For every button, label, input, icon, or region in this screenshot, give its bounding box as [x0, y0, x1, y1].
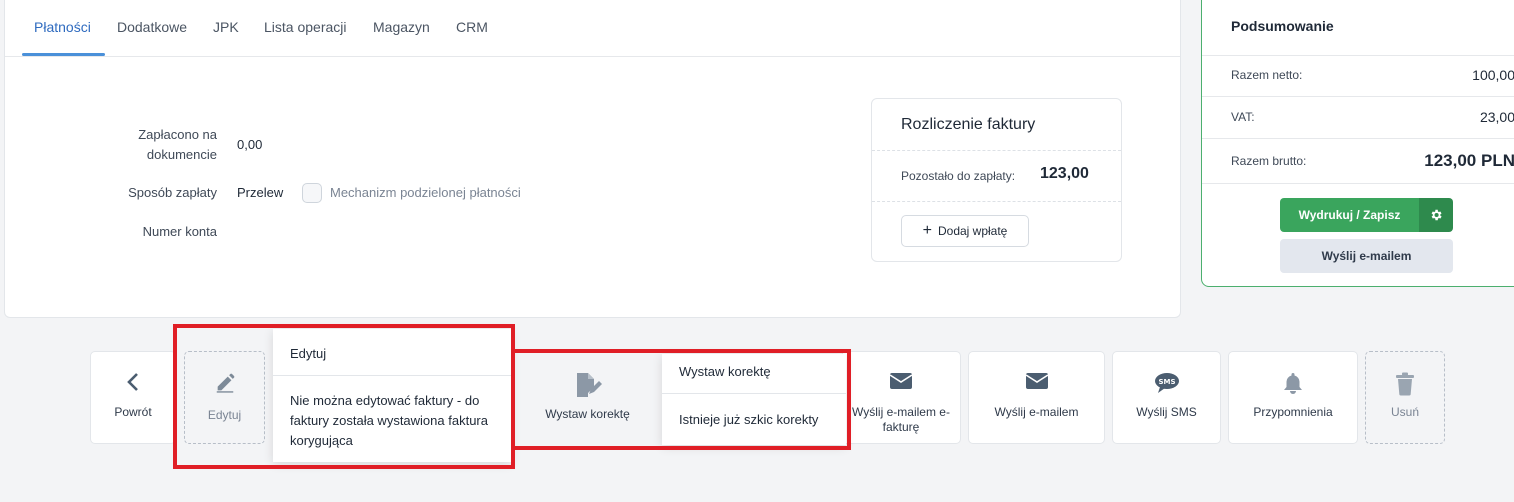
invoice-settlement-box: Rozliczenie faktury Pozostało do zapłaty… [871, 98, 1122, 262]
correction-label: Wystaw korektę [545, 407, 630, 421]
payment-method-label: Sposób zapłaty [128, 185, 217, 200]
vat-row: VAT: 23,00 [1202, 96, 1514, 138]
back-label: Powrót [114, 405, 152, 419]
vat-label: VAT: [1231, 110, 1255, 124]
plus-icon: + [922, 222, 932, 239]
summary-panel: Podsumowanie Razem netto: 100,00 VAT: 23… [1201, 0, 1514, 287]
divider [273, 375, 511, 376]
gross-label: Razem brutto: [1231, 154, 1307, 168]
active-tab-indicator [22, 53, 105, 56]
divider [662, 393, 846, 394]
bell-icon [1284, 373, 1302, 394]
edit-label: Edytuj [207, 408, 242, 422]
send-einvoice-label: Wyślij e-mailem e-fakturę [852, 405, 950, 434]
tab-warehouse[interactable]: Magazyn [373, 19, 430, 35]
split-payment-checkbox[interactable] [302, 183, 322, 203]
reminders-button[interactable]: Przypomnienia [1228, 351, 1358, 444]
add-payment-button[interactable]: + Dodaj wpłatę [901, 215, 1029, 247]
divider [872, 150, 1121, 151]
tab-additional[interactable]: Dodatkowe [117, 19, 187, 35]
invoice-details-card: Płatności Dodatkowe JPK Lista operacji M… [4, 0, 1181, 318]
account-number-label: Numer konta [142, 224, 217, 239]
correction-tooltip-body: Istnieje już szkic korekty [679, 412, 819, 427]
split-payment-label: Mechanizm podzielonej płatności [330, 185, 521, 200]
correction-tooltip-title: Wystaw korektę [679, 364, 771, 379]
edit-icon [216, 373, 234, 393]
summary-title: Podsumowanie [1231, 18, 1334, 34]
edit-tooltip-body: Nie można edytować faktury - do faktury … [290, 393, 488, 448]
net-label: Razem netto: [1231, 68, 1303, 82]
remaining-label: Pozostało do zapłaty: [901, 169, 1016, 183]
envelope-icon [1025, 373, 1048, 389]
send-sms-label: Wyślij SMS [1136, 405, 1197, 419]
envelope-icon [889, 373, 913, 389]
send-email-button[interactable]: Wyślij e-mailem [1280, 239, 1453, 273]
reminders-label: Przypomnienia [1253, 405, 1333, 419]
tab-jpk[interactable]: JPK [213, 19, 239, 35]
tab-bar: Płatności Dodatkowe JPK Lista operacji M… [5, 0, 1180, 57]
divider [872, 201, 1121, 202]
paid-value: 0,00 [237, 137, 263, 152]
tab-crm[interactable]: CRM [456, 19, 488, 35]
tab-payments[interactable]: Płatności [34, 19, 91, 35]
send-email-action-button[interactable]: Wyślij e-mailem [968, 351, 1105, 444]
delete-button[interactable]: Usuń [1365, 351, 1445, 444]
net-row: Razem netto: 100,00 [1202, 55, 1514, 95]
add-payment-label: Dodaj wpłatę [937, 224, 1008, 238]
remaining-value: 123,00 [1040, 165, 1089, 182]
back-button[interactable]: Powrót [90, 351, 176, 444]
print-settings-button[interactable] [1419, 198, 1453, 232]
edit-button[interactable]: Edytuj [184, 351, 265, 444]
chevron-left-icon [127, 373, 138, 391]
gear-icon [1431, 209, 1442, 221]
send-email-label: Wyślij e-mailem [994, 405, 1079, 419]
issue-correction-button[interactable]: Wystaw korektę [516, 351, 659, 444]
print-save-button[interactable]: Wydrukuj / Zapisz [1280, 198, 1419, 232]
gross-value: 123,00 PLN [1424, 151, 1514, 170]
trash-icon [1396, 372, 1414, 396]
settlement-title: Rozliczenie faktury [901, 116, 1036, 133]
net-value: 100,00 [1472, 67, 1514, 83]
send-einvoice-button[interactable]: Wyślij e-mailem e-fakturę [841, 351, 961, 444]
paid-label: Zapłacono na dokumencie [138, 127, 217, 162]
correction-tooltip: Wystaw korektę Istnieje już szkic korekt… [662, 354, 846, 445]
delete-label: Usuń [1390, 405, 1419, 419]
payment-method-value: Przelew [237, 185, 284, 200]
svg-text:SMS: SMS [1158, 378, 1175, 386]
gross-row: Razem brutto: 123,00 PLN [1202, 138, 1514, 184]
file-edit-icon [576, 373, 602, 397]
edit-tooltip: Edytuj Nie można edytować faktury - do f… [273, 329, 511, 462]
tab-operations[interactable]: Lista operacji [264, 19, 347, 35]
send-sms-button[interactable]: SMS Wyślij SMS [1112, 351, 1221, 444]
sms-bubble-icon: SMS [1154, 373, 1179, 393]
vat-value: 23,00 [1479, 109, 1514, 125]
edit-tooltip-title: Edytuj [290, 346, 327, 361]
